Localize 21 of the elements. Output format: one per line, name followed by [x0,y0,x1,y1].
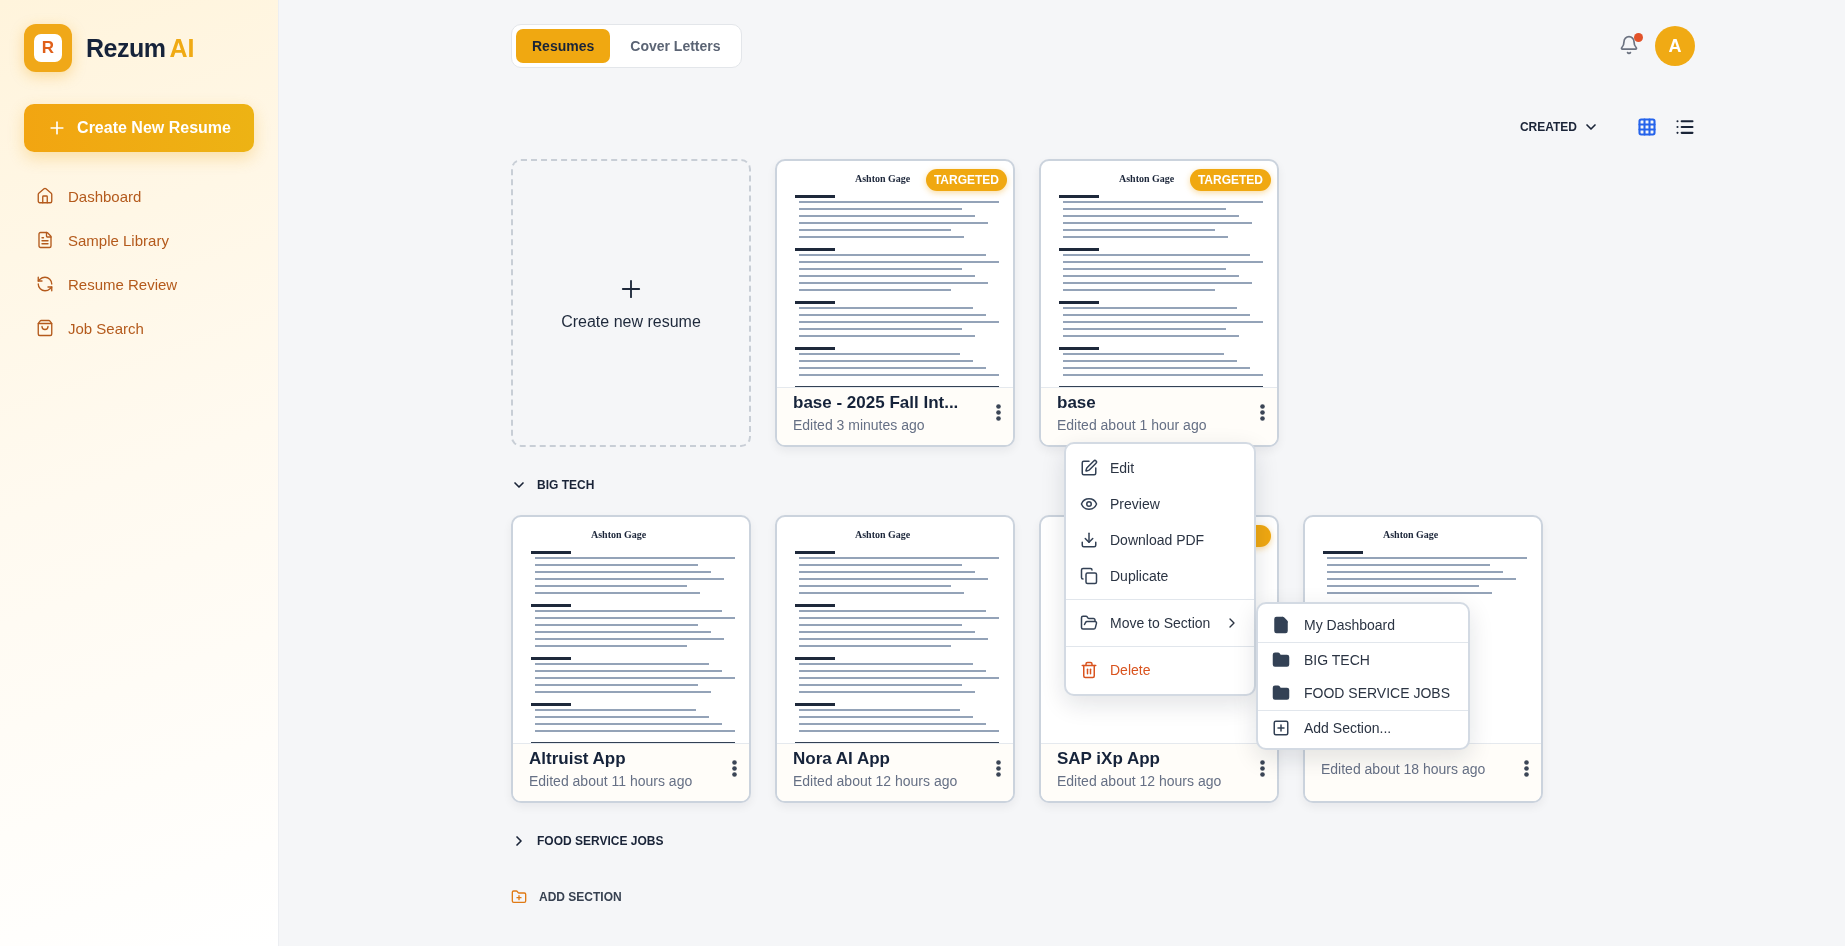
resume-title: base - 2025 Fall Int... [793,392,960,413]
edited-time: Edited 3 minutes ago [793,416,926,433]
logo-icon: R [24,24,72,72]
brand-name: Rezum [86,33,166,62]
targeted-badge: TARGETED [1189,169,1271,191]
brand-suffix: AI [169,33,195,62]
resume-title: base [1057,392,1097,413]
resume-title: Altruist App [529,748,627,769]
resume-name: Ashton Gage [855,529,911,540]
resume-name: Ashton Gage [591,529,647,540]
resume-title: SAP iXp App [1057,748,1161,769]
edited-time: Edited about 12 hours ago [793,772,959,789]
resume-name: Ashton Gage [1383,529,1439,540]
resume-name: Ashton Gage [855,173,911,184]
edited-time: Edited about 12 hours ago [1057,772,1223,789]
edited-time: Edited about 11 hours ago [529,772,694,789]
targeted-badge: TARGETED [925,169,1007,191]
resume-title: Nora AI App [793,748,891,769]
resume-name: Ashton Gage [1119,173,1175,184]
edited-time: Edited about 18 hours ago [1321,760,1487,777]
edited-time: Edited about 1 hour ago [1057,416,1208,433]
